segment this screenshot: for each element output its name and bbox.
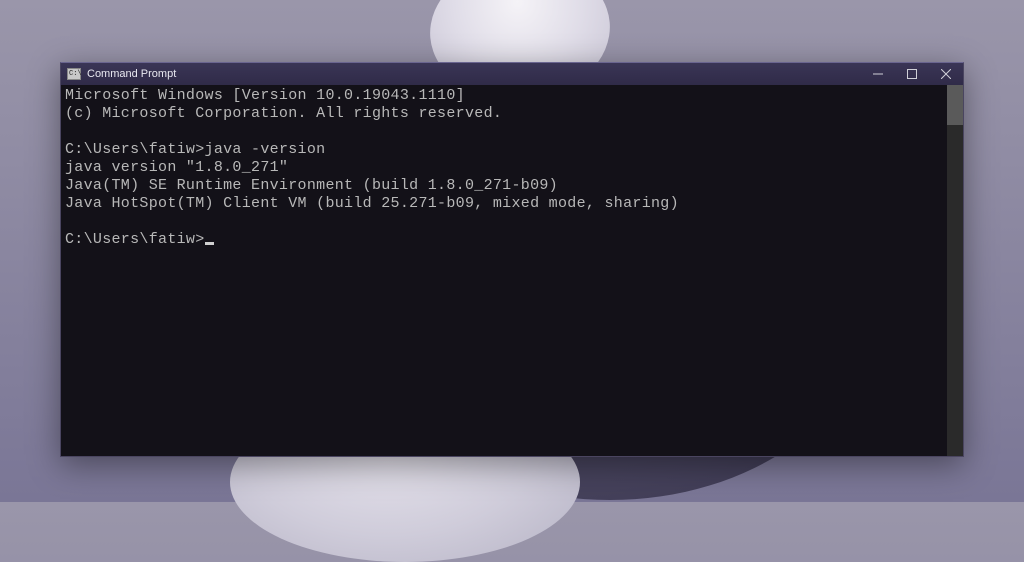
window-title: Command Prompt bbox=[87, 68, 176, 80]
terminal-line: C:\Users\fatiw>java -version bbox=[65, 141, 959, 159]
close-button[interactable] bbox=[929, 63, 963, 85]
terminal-line: C:\Users\fatiw> bbox=[65, 231, 959, 249]
command-input: java -version bbox=[205, 141, 326, 158]
terminal-line: java version "1.8.0_271" bbox=[65, 159, 959, 177]
cmd-icon: C:\ bbox=[67, 68, 81, 80]
command-prompt-window: C:\ Command Prompt Microsoft Windows [Ve… bbox=[60, 62, 964, 457]
cursor bbox=[205, 242, 214, 245]
terminal-line bbox=[65, 123, 959, 141]
prompt: C:\Users\fatiw> bbox=[65, 141, 205, 158]
terminal-line: Microsoft Windows [Version 10.0.19043.11… bbox=[65, 87, 959, 105]
terminal-output: Microsoft Windows [Version 10.0.19043.11… bbox=[65, 87, 959, 249]
prompt: C:\Users\fatiw> bbox=[65, 231, 205, 248]
terminal-line: Java HotSpot(TM) Client VM (build 25.271… bbox=[65, 195, 959, 213]
maximize-button[interactable] bbox=[895, 63, 929, 85]
terminal-line bbox=[65, 213, 959, 231]
terminal-area[interactable]: Microsoft Windows [Version 10.0.19043.11… bbox=[61, 85, 963, 456]
scrollbar-thumb[interactable] bbox=[947, 85, 963, 125]
titlebar[interactable]: C:\ Command Prompt bbox=[61, 63, 963, 85]
minimize-button[interactable] bbox=[861, 63, 895, 85]
terminal-line: Java(TM) SE Runtime Environment (build 1… bbox=[65, 177, 959, 195]
terminal-line: (c) Microsoft Corporation. All rights re… bbox=[65, 105, 959, 123]
scrollbar[interactable] bbox=[947, 85, 963, 456]
